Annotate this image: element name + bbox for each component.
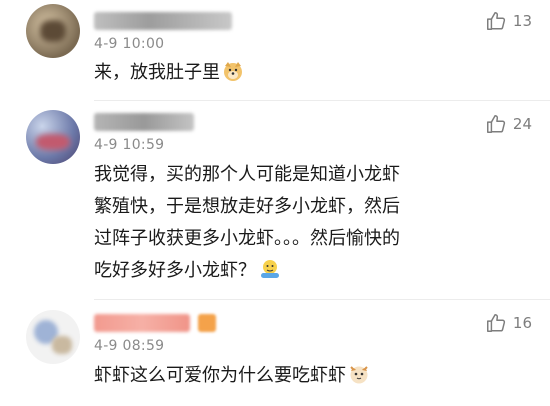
thumbs-up-icon	[485, 312, 507, 334]
like-button[interactable]: 13	[485, 10, 532, 32]
like-count: 13	[512, 12, 532, 30]
avatar[interactable]	[26, 310, 80, 364]
comment-text: 虾虾这么可爱你为什么要吃虾虾	[94, 360, 514, 396]
comment-1: 13 4-9 10:00 来，放我肚子里	[0, 0, 550, 100]
avatar[interactable]	[26, 110, 80, 164]
comment-text: 来，放我肚子里	[94, 57, 514, 93]
comment-time: 4-9 10:00	[94, 36, 165, 52]
user-badge	[198, 314, 216, 332]
like-count: 24	[512, 115, 532, 133]
thumbs-up-icon	[485, 10, 507, 32]
like-button[interactable]: 16	[485, 312, 532, 334]
like-button[interactable]: 24	[485, 113, 532, 135]
username-blurred[interactable]	[94, 12, 232, 30]
comment-time: 4-9 10:59	[94, 137, 165, 153]
avatar[interactable]	[26, 4, 80, 58]
thumbs-up-icon	[485, 113, 507, 135]
thinking-emoji	[258, 258, 282, 291]
username-blurred[interactable]	[94, 314, 190, 332]
like-count: 16	[512, 314, 532, 332]
username-blurred[interactable]	[94, 113, 194, 131]
comment-time: 4-9 08:59	[94, 338, 165, 354]
comment-3: 16 4-9 08:59 虾虾这么可爱你为什么要吃虾虾	[0, 300, 550, 406]
doge-emoji	[222, 60, 244, 93]
comment-text: 我觉得，买的那个人可能是知道小龙虾繁殖快，于是想放走好多小龙虾，然后过阵子收获更…	[94, 159, 410, 291]
comment-2: 24 4-9 10:59 我觉得，买的那个人可能是知道小龙虾繁殖快，于是想放走好…	[0, 101, 550, 299]
cat-emoji	[348, 363, 370, 396]
